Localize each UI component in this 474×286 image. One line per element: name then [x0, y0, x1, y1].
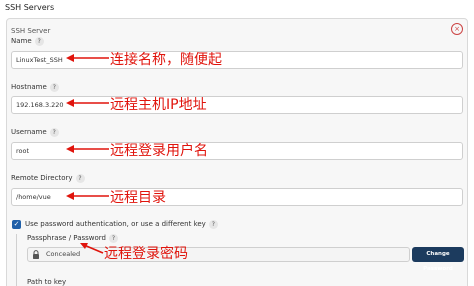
help-icon[interactable]: ? [109, 233, 118, 243]
help-icon[interactable]: ? [34, 36, 44, 46]
hostname-label-row: Hostname ? [11, 82, 59, 92]
use-password-label-row: Use password authentication, or use a di… [25, 219, 218, 229]
panel-subtitle: SSH Server [11, 27, 51, 35]
arrow-left-icon [66, 99, 109, 107]
passphrase-label-row: Passphrase / Password ? [27, 233, 118, 243]
passphrase-value: Concealed [46, 250, 81, 258]
help-icon[interactable]: ? [75, 173, 85, 183]
arrow-left-icon [66, 145, 109, 153]
username-label: Username [11, 128, 47, 136]
arrow-left-icon [66, 192, 109, 200]
username-label-row: Username ? [11, 127, 59, 137]
annotation-username: 远程登录用户名 [110, 143, 208, 159]
close-icon[interactable]: × [451, 23, 463, 35]
indent-divider [16, 234, 17, 286]
path-to-key-label: Path to key [27, 278, 67, 286]
path-to-key-label-row: Path to key [27, 277, 66, 286]
help-icon[interactable]: ? [49, 127, 59, 137]
arrow-left-icon [66, 54, 109, 62]
help-icon[interactable]: ? [49, 82, 59, 92]
lock-icon [33, 250, 39, 259]
help-icon[interactable]: ? [208, 219, 218, 229]
use-password-checkbox[interactable]: ✓ [12, 220, 21, 229]
annotation-remote-directory: 远程目录 [110, 190, 166, 206]
remote-directory-label-row: Remote Directory ? [11, 173, 85, 183]
use-password-label: Use password authentication, or use a di… [25, 220, 206, 228]
name-label-row: Name ? [11, 36, 44, 46]
annotation-passphrase: 远程登录密码 [104, 246, 188, 262]
change-password-button[interactable]: Change Password [412, 247, 464, 272]
arrow-left-icon [80, 243, 104, 254]
annotation-name: 连接名称，随便起 [110, 52, 222, 68]
section-title: SSH Servers [5, 3, 55, 12]
remote-directory-label: Remote Directory [11, 174, 73, 182]
name-label: Name [11, 37, 32, 45]
annotation-hostname: 远程主机IP地址 [110, 97, 207, 113]
hostname-label: Hostname [11, 83, 47, 91]
